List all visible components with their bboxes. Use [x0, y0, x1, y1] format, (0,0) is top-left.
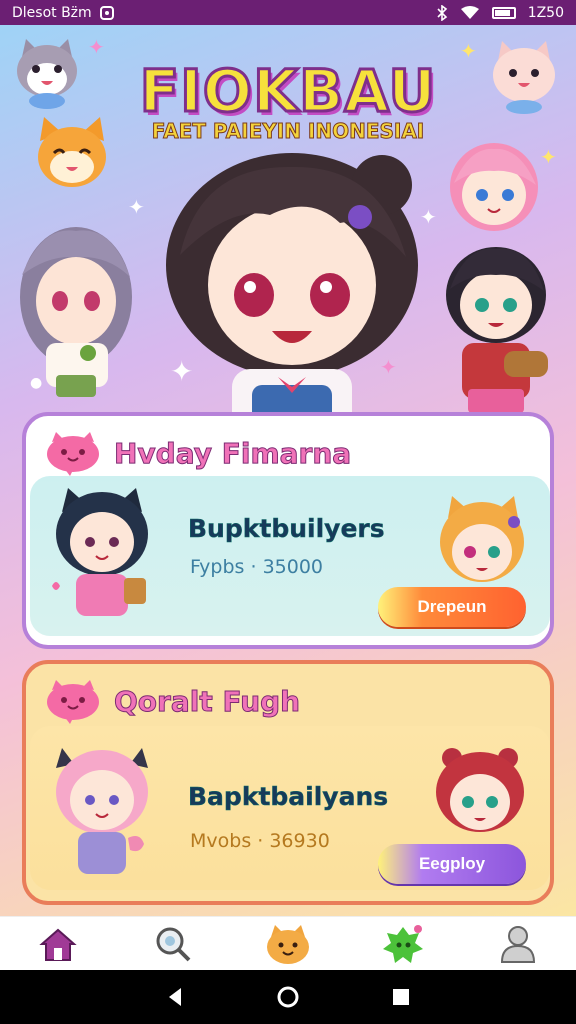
- home-icon: [38, 928, 77, 961]
- bottom-nav: [0, 916, 576, 970]
- character-blonde-cat-illustration: [440, 496, 524, 582]
- action-button[interactable]: Drepeun: [378, 587, 526, 627]
- nav-monster[interactable]: [375, 921, 431, 967]
- character-cat-ear-illustration: [52, 488, 148, 616]
- character-red-hair-illustration: [436, 748, 524, 832]
- back-icon[interactable]: [165, 986, 185, 1008]
- pink-pet-icon: [47, 680, 99, 724]
- profile-icon: [501, 925, 536, 963]
- nav-mascot[interactable]: [260, 921, 316, 967]
- status-time: 1Z50: [527, 4, 564, 21]
- nav-home[interactable]: [30, 921, 86, 967]
- system-nav-bar: [0, 970, 576, 1024]
- app-title: FIOKBAU: [138, 56, 437, 127]
- search-icon: [156, 927, 191, 961]
- card-title: Bapktbailyans: [188, 782, 389, 812]
- home-circle-icon[interactable]: [276, 985, 300, 1009]
- section-title: Hvday Fimarna: [113, 436, 352, 470]
- status-left-text: Dlesot Bz̈m: [12, 4, 92, 21]
- section-panel: Qoralt Fugh Bapktbailyans Mvobs · 36930: [22, 660, 554, 905]
- section-title: Qoralt Fugh: [113, 684, 301, 718]
- nav-profile[interactable]: [490, 921, 546, 967]
- pink-pet-icon: [47, 432, 99, 476]
- card-meta: Fypbs · 35000: [190, 556, 324, 578]
- status-bar: Dlesot Bz̈m 1Z50: [0, 0, 576, 25]
- character-dark-hair-illustration: [446, 247, 548, 413]
- hero-banner: ✦ ✦ ✦ ✦ ✦ ✦ ✦ ● FIOKBAU FAET PAIEYIN INO…: [0, 25, 576, 445]
- card-meta: Mvobs · 36930: [190, 830, 330, 852]
- character-main-girl-illustration: [166, 153, 418, 445]
- nav-search[interactable]: [145, 921, 201, 967]
- bluetooth-icon: [437, 4, 447, 21]
- action-button[interactable]: Eegploy: [378, 844, 526, 884]
- listing-card[interactable]: Bapktbailyans Mvobs · 36930 Eegploy: [30, 726, 550, 890]
- sparkle-icon: ✦: [88, 35, 105, 59]
- recents-icon[interactable]: [391, 987, 411, 1007]
- notification-icon: [99, 5, 114, 20]
- character-pink-hair-illustration: [450, 143, 538, 231]
- battery-icon: [491, 6, 516, 19]
- card-title: Bupktbuilyers: [188, 514, 385, 544]
- monster-icon: [383, 924, 424, 963]
- section-panel: Hvday Fimarna Bupktbuilyers Fypbs · 3500…: [22, 412, 554, 649]
- mascot-icon: [266, 924, 309, 964]
- character-pink-hair-horns-illustration: [56, 748, 148, 874]
- main-content: ✦ ✦ ✦ ✦ ✦ ✦ ✦ ● FIOKBAU FAET PAIEYIN INO…: [0, 25, 576, 916]
- character-gray-hair-illustration: [20, 227, 132, 397]
- wifi-icon: [460, 5, 479, 19]
- sparkle-icon: ✦: [540, 145, 557, 169]
- listing-card[interactable]: Bupktbuilyers Fypbs · 35000 Drepeun: [30, 476, 550, 636]
